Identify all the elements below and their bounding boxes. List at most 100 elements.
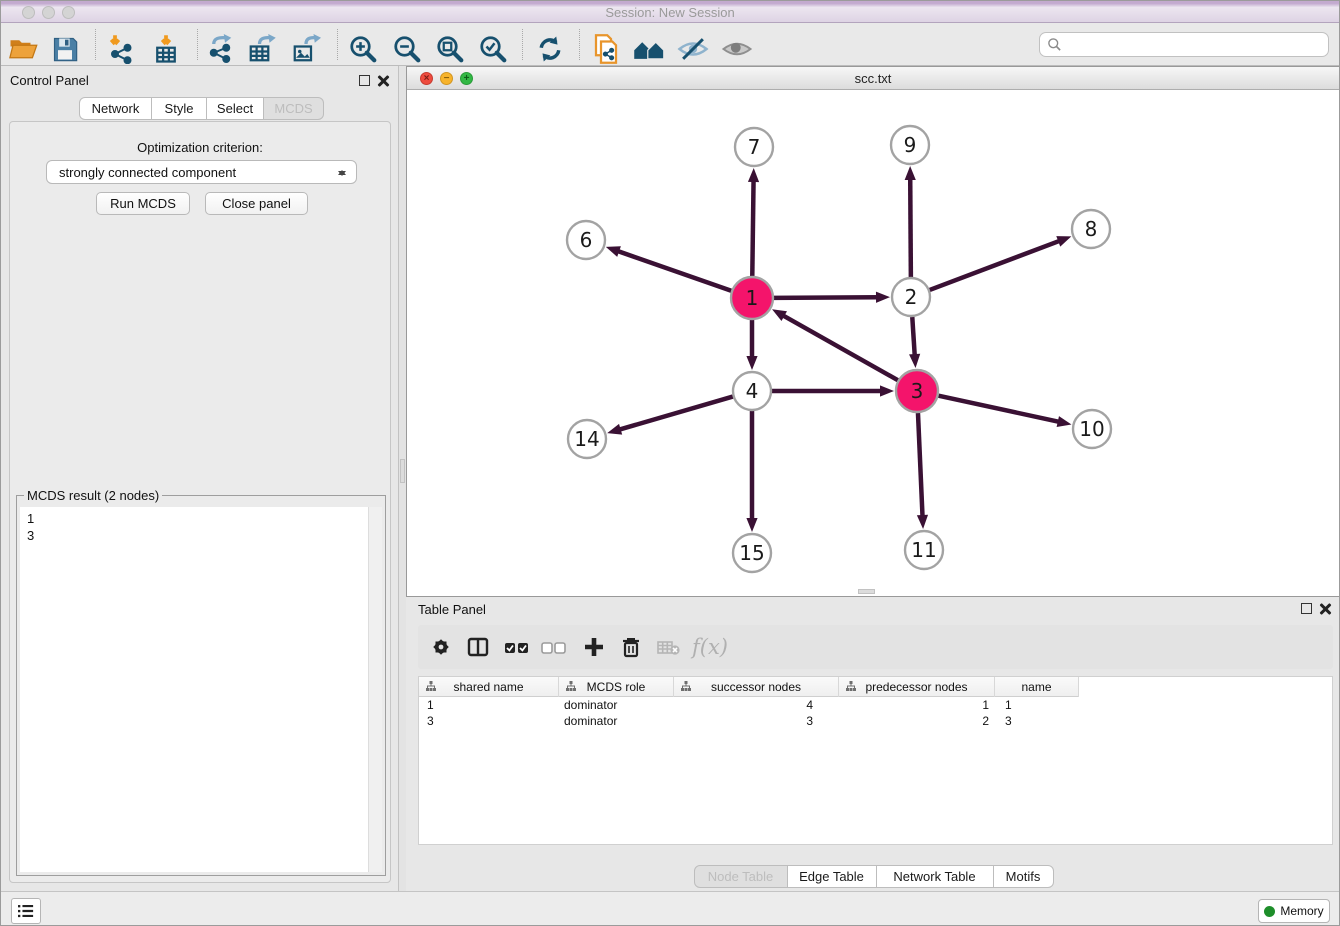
column-header-MCDS-role[interactable]: MCDS role bbox=[559, 677, 674, 697]
graph-edge-arrowhead bbox=[917, 515, 928, 529]
horizontal-splitter-handle[interactable] bbox=[858, 589, 875, 594]
mcds-result-list[interactable]: 13 bbox=[20, 507, 368, 872]
network-canvas[interactable]: 7968124314101511 bbox=[407, 90, 1339, 596]
hide-eye-icon[interactable] bbox=[676, 32, 710, 66]
control-panel-header: Control Panel bbox=[1, 66, 398, 94]
mcds-result-title: MCDS result (2 nodes) bbox=[24, 488, 162, 503]
table-cell[interactable]: dominator bbox=[559, 713, 674, 729]
result-scrollbar[interactable] bbox=[368, 507, 382, 872]
tab-network-table[interactable]: Network Table bbox=[877, 865, 994, 888]
graph-edge-2-3[interactable] bbox=[912, 317, 915, 357]
table-cell[interactable]: 3 bbox=[995, 713, 1079, 729]
zoom-in-icon[interactable] bbox=[346, 32, 380, 66]
zoom-fit-icon[interactable] bbox=[433, 32, 467, 66]
column-header-label: name bbox=[1021, 680, 1051, 694]
graph-edge-3-1[interactable] bbox=[782, 315, 898, 381]
graph-edge-arrowhead bbox=[607, 424, 622, 435]
graph-node-label: 10 bbox=[1079, 417, 1104, 441]
tab-motifs[interactable]: Motifs bbox=[994, 865, 1054, 888]
table-cell[interactable]: 3 bbox=[419, 713, 559, 729]
close-table-panel-icon[interactable] bbox=[1319, 603, 1331, 615]
table-row[interactable]: 1dominator411 bbox=[419, 697, 1332, 713]
table-row[interactable]: 3dominator323 bbox=[419, 713, 1332, 729]
table-cell[interactable]: 3 bbox=[674, 713, 839, 729]
refresh-icon[interactable] bbox=[533, 32, 567, 66]
new-network-from-selection-icon[interactable] bbox=[589, 32, 623, 66]
run-mcds-button[interactable]: Run MCDS bbox=[96, 192, 190, 215]
optimization-criterion-select[interactable]: strongly connected component bbox=[46, 160, 357, 184]
tab-node-table[interactable]: Node Table bbox=[694, 865, 788, 888]
graph-edge-3-10[interactable] bbox=[938, 396, 1060, 423]
export-network-icon[interactable] bbox=[203, 32, 237, 66]
tab-edge-table[interactable]: Edge Table bbox=[788, 865, 877, 888]
delete-table-icon[interactable] bbox=[653, 631, 685, 663]
close-panel-icon[interactable] bbox=[377, 75, 389, 87]
graph-edge-2-9[interactable] bbox=[910, 177, 911, 277]
graph-edge-1-7[interactable] bbox=[752, 179, 753, 276]
function-builder-icon[interactable]: f(x) bbox=[694, 631, 726, 663]
float-panel-icon[interactable] bbox=[359, 75, 370, 86]
export-image-icon[interactable] bbox=[289, 32, 323, 66]
tab-network[interactable]: Network bbox=[79, 97, 152, 120]
main-toolbar bbox=[1, 23, 1339, 66]
network-frame-titlebar[interactable]: × − + scc.txt bbox=[407, 67, 1339, 90]
graph-edge-arrowhead bbox=[909, 354, 920, 368]
zoom-selected-icon[interactable] bbox=[476, 32, 510, 66]
control-panel-tabs: NetworkStyleSelectMCDS bbox=[79, 97, 324, 120]
table-panel-title: Table Panel bbox=[418, 602, 486, 617]
table-cell[interactable]: 1 bbox=[995, 697, 1079, 713]
column-header-shared-name[interactable]: shared name bbox=[419, 677, 559, 697]
column-header-predecessor-nodes[interactable]: predecessor nodes bbox=[839, 677, 995, 697]
tab-select[interactable]: Select bbox=[207, 97, 264, 120]
table-cell[interactable]: 1 bbox=[839, 697, 995, 713]
show-eye-icon[interactable] bbox=[720, 32, 754, 66]
import-network-icon[interactable] bbox=[103, 32, 137, 66]
select-all-icon[interactable] bbox=[501, 631, 533, 663]
toggle-column-panel-icon[interactable] bbox=[462, 631, 494, 663]
graph-node-label: 8 bbox=[1085, 217, 1098, 241]
graph-edge-1-6[interactable] bbox=[616, 251, 731, 291]
column-header-name[interactable]: name bbox=[995, 677, 1079, 697]
table-cell[interactable]: 2 bbox=[839, 713, 995, 729]
table-cell[interactable]: 4 bbox=[674, 697, 839, 713]
table-cell[interactable]: 1 bbox=[419, 697, 559, 713]
deselect-all-icon[interactable] bbox=[538, 631, 570, 663]
memory-label: Memory bbox=[1280, 904, 1323, 918]
graph-edge-4-14[interactable] bbox=[618, 397, 733, 430]
network-view-frame: × − + scc.txt 7968124314101511 bbox=[406, 66, 1340, 597]
network-frame-title: scc.txt bbox=[407, 71, 1339, 86]
tab-style[interactable]: Style bbox=[152, 97, 207, 120]
table-body: 1dominator4113dominator323 bbox=[419, 697, 1332, 844]
close-panel-button[interactable]: Close panel bbox=[205, 192, 308, 215]
graph-edge-arrowhead bbox=[1056, 236, 1071, 246]
tab-mcds[interactable]: MCDS bbox=[264, 97, 324, 120]
optimization-criterion-value: strongly connected component bbox=[59, 165, 236, 180]
table-header-row: shared name MCDS rolesuccessor nodesprede… bbox=[419, 677, 1079, 697]
graph-edge-arrowhead bbox=[746, 356, 757, 370]
graph-edge-1-2[interactable] bbox=[774, 297, 879, 298]
export-table-icon[interactable] bbox=[245, 32, 279, 66]
delete-column-icon[interactable] bbox=[615, 631, 647, 663]
column-tree-icon bbox=[426, 681, 436, 695]
open-folder-icon[interactable] bbox=[6, 32, 40, 66]
toolbar-separator bbox=[95, 29, 96, 60]
column-header-successor-nodes[interactable]: successor nodes bbox=[674, 677, 839, 697]
graph-edge-3-11[interactable] bbox=[918, 413, 923, 518]
node-table: shared name MCDS rolesuccessor nodesprede… bbox=[418, 676, 1333, 845]
table-tabs: Node TableEdge TableNetwork TableMotifs bbox=[406, 865, 1340, 888]
save-icon[interactable] bbox=[48, 32, 82, 66]
column-header-label: shared name bbox=[453, 680, 523, 694]
import-table-icon[interactable] bbox=[149, 32, 183, 66]
graph-edge-2-8[interactable] bbox=[930, 240, 1061, 290]
search-input[interactable] bbox=[1062, 35, 1328, 55]
zoom-out-icon[interactable] bbox=[390, 32, 424, 66]
task-history-button[interactable] bbox=[11, 898, 41, 924]
float-table-panel-icon[interactable] bbox=[1301, 603, 1312, 614]
home-icon[interactable] bbox=[632, 32, 666, 66]
vertical-splitter-handle[interactable] bbox=[400, 459, 405, 483]
memory-button[interactable]: Memory bbox=[1258, 899, 1330, 923]
add-column-icon[interactable] bbox=[578, 631, 610, 663]
table-cell[interactable]: dominator bbox=[559, 697, 674, 713]
mcds-result-box: MCDS result (2 nodes) 13 bbox=[16, 495, 386, 876]
settings-gear-icon[interactable] bbox=[425, 631, 457, 663]
